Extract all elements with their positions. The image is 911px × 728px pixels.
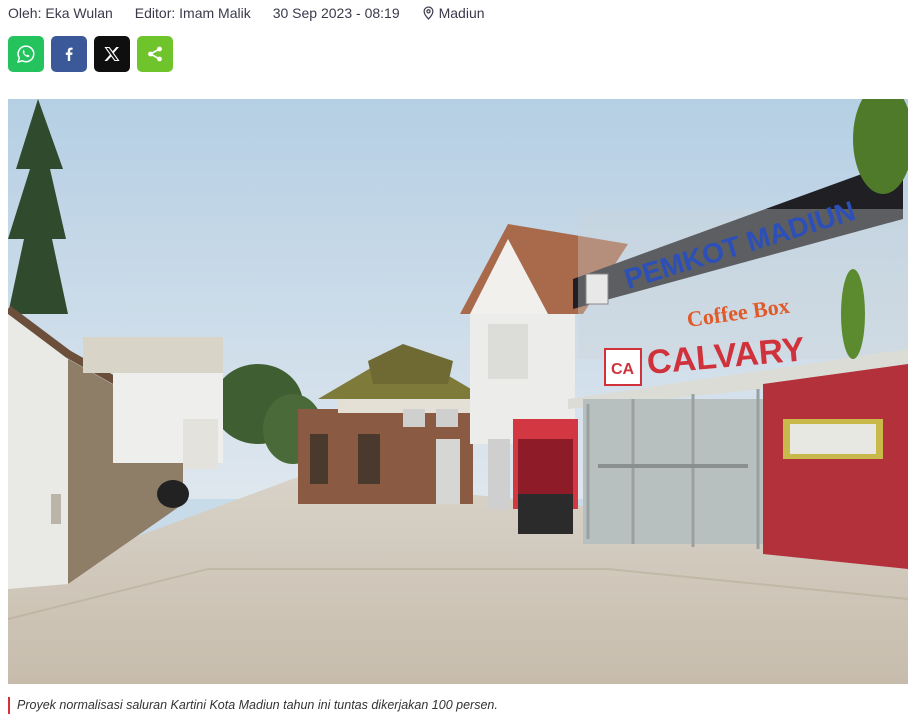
- publish-datetime: 30 Sep 2023 - 08:19: [272, 5, 400, 21]
- share-whatsapp-button[interactable]: [8, 36, 44, 72]
- location-label: Madiun: [438, 5, 485, 21]
- calvary-logo: CA: [611, 361, 635, 378]
- article-meta: Oleh: Eka Wulan Editor: Imam Malik 30 Se…: [8, 4, 485, 22]
- share-generic-button[interactable]: [137, 36, 173, 72]
- share-facebook-button[interactable]: [51, 36, 87, 72]
- street-photo: PEMKOT MADIUN Coffee Box CA CALVARY: [8, 99, 908, 684]
- x-icon: [104, 46, 120, 62]
- article-photo: PEMKOT MADIUN Coffee Box CA CALVARY: [8, 99, 908, 684]
- whatsapp-icon: [17, 45, 35, 63]
- location: Madiun: [422, 5, 485, 21]
- editor: Editor: Imam Malik: [134, 5, 251, 21]
- photo-caption: Proyek normalisasi saluran Kartini Kota …: [8, 697, 498, 714]
- share-icon: [148, 46, 162, 62]
- facebook-icon: [65, 47, 73, 61]
- map-pin-icon: [422, 6, 435, 20]
- share-buttons: [8, 36, 173, 72]
- share-x-button[interactable]: [94, 36, 130, 72]
- author: Oleh: Eka Wulan: [8, 5, 113, 21]
